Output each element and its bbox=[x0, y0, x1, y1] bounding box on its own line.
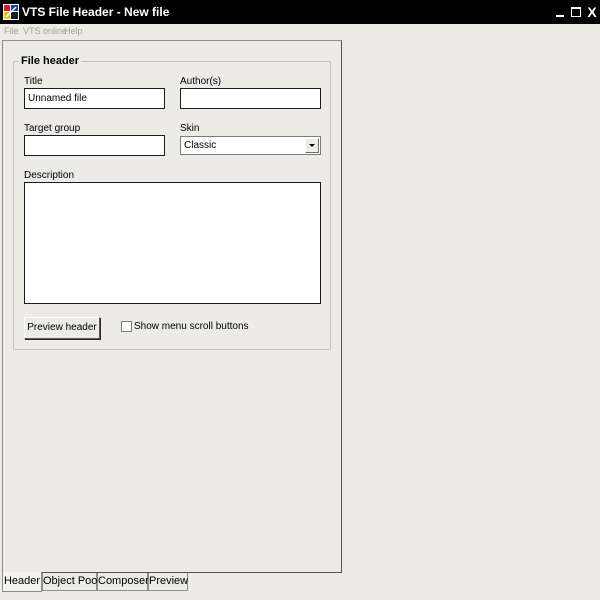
menu-file[interactable]: File bbox=[4, 26, 19, 36]
tab-object-pool[interactable]: Object Pool bbox=[42, 573, 100, 591]
scroll-buttons-checkbox[interactable] bbox=[121, 321, 132, 332]
tab-preview[interactable]: Preview bbox=[148, 573, 188, 591]
tab-header[interactable]: Header bbox=[2, 572, 42, 592]
maximize-icon bbox=[571, 7, 581, 17]
skin-select[interactable]: Classic bbox=[180, 136, 321, 155]
file-header-group: File header Title Author(s) Target group… bbox=[13, 55, 331, 350]
chevron-down-icon[interactable] bbox=[305, 138, 319, 153]
header-tab-panel: File header Title Author(s) Target group… bbox=[2, 40, 342, 573]
authors-label: Author(s) bbox=[180, 76, 222, 87]
minimize-icon bbox=[556, 15, 564, 17]
skin-select-value: Classic bbox=[184, 140, 217, 151]
title-label: Title bbox=[24, 76, 43, 87]
tab-composer[interactable]: Composer bbox=[97, 573, 149, 591]
title-input[interactable] bbox=[24, 88, 165, 109]
description-label: Description bbox=[24, 170, 75, 181]
skin-label: Skin bbox=[180, 123, 200, 134]
title-bar: VTS File Header - New file X bbox=[0, 0, 600, 24]
window-title: VTS File Header - New file bbox=[22, 5, 170, 19]
menu-bar: File VTS online Help bbox=[0, 24, 600, 40]
authors-input[interactable] bbox=[180, 88, 321, 109]
scroll-buttons-label[interactable]: Show menu scroll buttons bbox=[134, 321, 249, 332]
description-textarea[interactable] bbox=[24, 182, 321, 304]
preview-header-button[interactable]: Preview header bbox=[24, 317, 100, 339]
file-header-title: File header bbox=[19, 55, 82, 67]
right-panel bbox=[343, 40, 600, 600]
menu-help[interactable]: Help bbox=[64, 26, 83, 36]
close-button[interactable]: X bbox=[584, 4, 600, 20]
menu-vts-online[interactable]: VTS online bbox=[23, 26, 67, 36]
maximize-button[interactable] bbox=[568, 4, 584, 20]
target-group-input[interactable] bbox=[24, 135, 165, 156]
vts-app-icon bbox=[3, 4, 19, 20]
minimize-button[interactable] bbox=[552, 4, 568, 20]
target-group-label: Target group bbox=[24, 123, 81, 134]
